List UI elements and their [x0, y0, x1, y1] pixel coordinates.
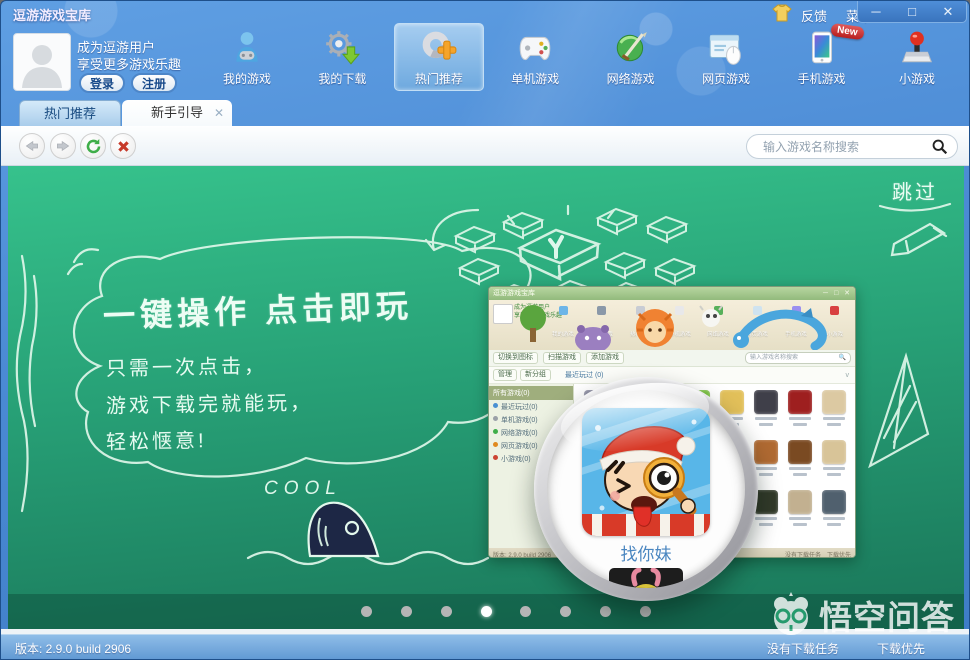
maximize-button[interactable]: □ [899, 5, 925, 18]
pagination-dot[interactable] [440, 606, 452, 617]
pagination-dot[interactable] [400, 606, 412, 617]
magnified-game-label: 找你妹 [620, 545, 672, 564]
mini-toolbar: 切换到图标 扫描游戏 添加游戏 输入游戏名称搜索 🔍 [489, 350, 855, 367]
pagination-dot[interactable] [480, 606, 492, 617]
mini-game-tile [820, 490, 848, 540]
mini-window-controls: ─ □ ✕ [823, 290, 852, 297]
mini-search-box: 输入游戏名称搜索 🔍 [745, 352, 851, 364]
partial-game-tile [609, 568, 683, 588]
tab-close-icon[interactable]: ✕ [214, 100, 224, 126]
refresh-icon [86, 138, 100, 153]
login-button[interactable]: 登录 [79, 73, 125, 93]
stop-x-icon [117, 140, 129, 152]
nav-item-pc-games[interactable]: 单机游戏 [491, 25, 579, 91]
pagination-dot[interactable] [560, 606, 572, 617]
ring-plus-icon [420, 29, 458, 67]
gear-download-icon [323, 29, 361, 67]
nav-item-my-downloads[interactable]: 我的下载 [298, 25, 386, 91]
nav-item-web-games[interactable]: 网页游戏 [682, 25, 770, 91]
mini-header: 成为逗游用户 享受更多游戏乐趣 我的游戏我的下载热门推荐单机游戏网络游戏网页游戏… [489, 300, 855, 350]
guide-body-line1: 只需一次点击， [105, 355, 268, 381]
mascots-illustration [520, 305, 827, 350]
user-promo-line2: 享受更多游戏乐趣 [77, 57, 182, 72]
game-icon-zhaonimei [582, 408, 710, 536]
nav-item-my-games[interactable]: 我的游戏 [203, 25, 291, 91]
search-icon[interactable] [931, 138, 948, 155]
pagination-dots [361, 606, 651, 617]
guide-board: 跳过 一键操作 点击即玩 只需一次点击， 游戏下载完就能玩， 轻松惬意! COO… [8, 166, 964, 629]
nav-item-hot-recommend[interactable]: 热门推荐 [393, 23, 484, 91]
back-button[interactable] [19, 133, 45, 159]
mini-game-tile [786, 440, 814, 490]
window-controls: ─ □ ✕ [857, 1, 967, 23]
search-input[interactable] [761, 138, 931, 155]
mini-sidebar-item: 最近玩过(0) [489, 400, 573, 413]
register-button[interactable]: 注册 [131, 73, 177, 93]
gamepad-icon [516, 29, 554, 67]
guide-body-line3: 轻松惬意! [105, 430, 207, 454]
forward-button[interactable] [50, 133, 76, 159]
minimize-button[interactable]: ─ [863, 5, 889, 18]
mini-game-tile [820, 440, 848, 490]
stop-button[interactable] [110, 133, 136, 159]
cool-text: COOL [264, 478, 342, 499]
mini-titlebar: 逗游游戏宝库 ─ □ ✕ [489, 287, 855, 300]
download-status-label: 没有下载任务 [767, 642, 840, 656]
pagination-dot[interactable] [639, 606, 651, 617]
skin-icon[interactable] [771, 4, 793, 22]
mini-game-tile [786, 490, 814, 540]
guide-body-line2: 游戏下载完就能玩， [105, 392, 314, 418]
main-nav: 我的游戏 我的下载 热门推荐 单机游戏 网络游戏 网页游戏 New 手机游戏 小… [203, 22, 961, 91]
window-title: 逗游游戏宝库 [13, 8, 92, 23]
mini-sidebar-header: 所有游戏(0) [489, 386, 573, 400]
search-box [746, 134, 958, 159]
joystick-icon [898, 29, 936, 67]
back-arrow-icon [25, 140, 38, 152]
nav-item-online-games[interactable]: 网络游戏 [587, 25, 675, 91]
mini-game-tile [752, 390, 780, 440]
pagination-dot[interactable] [600, 606, 612, 617]
person-gamepad-icon [228, 29, 266, 67]
avatar[interactable] [13, 33, 71, 91]
close-button[interactable]: ✕ [935, 5, 961, 18]
feedback-link[interactable]: 反馈 [801, 6, 827, 25]
pagination-dot[interactable] [361, 606, 372, 617]
mini-game-tile [786, 390, 814, 440]
skip-button[interactable]: 跳过 [892, 176, 938, 205]
nav-item-mini-games[interactable]: 小游戏 [873, 25, 961, 91]
forward-arrow-icon [57, 140, 70, 152]
person-silhouette-icon [22, 45, 62, 88]
pagination-dot[interactable] [520, 606, 532, 617]
version-label: 版本: 2.9.0 build 2906 [15, 642, 132, 656]
app-window: 逗游游戏宝库 反馈 菜单 ─ □ ✕ 成为逗游用户 享受更多游戏乐趣 登录 注册… [0, 0, 970, 660]
tab-beginner-guide[interactable]: 新手引导 ✕ [122, 100, 232, 126]
download-priority-link[interactable]: 下载优先 [877, 640, 925, 657]
mini-game-tile [820, 390, 848, 440]
refresh-button[interactable] [80, 133, 106, 159]
globe-sword-icon [612, 29, 650, 67]
magnifier-ball: 找你妹 [534, 372, 758, 601]
tab-hot-recommend[interactable]: 热门推荐 [19, 100, 121, 126]
browser-mouse-icon [707, 29, 745, 67]
nav-item-mobile-games[interactable]: New 手机游戏 [778, 22, 866, 91]
